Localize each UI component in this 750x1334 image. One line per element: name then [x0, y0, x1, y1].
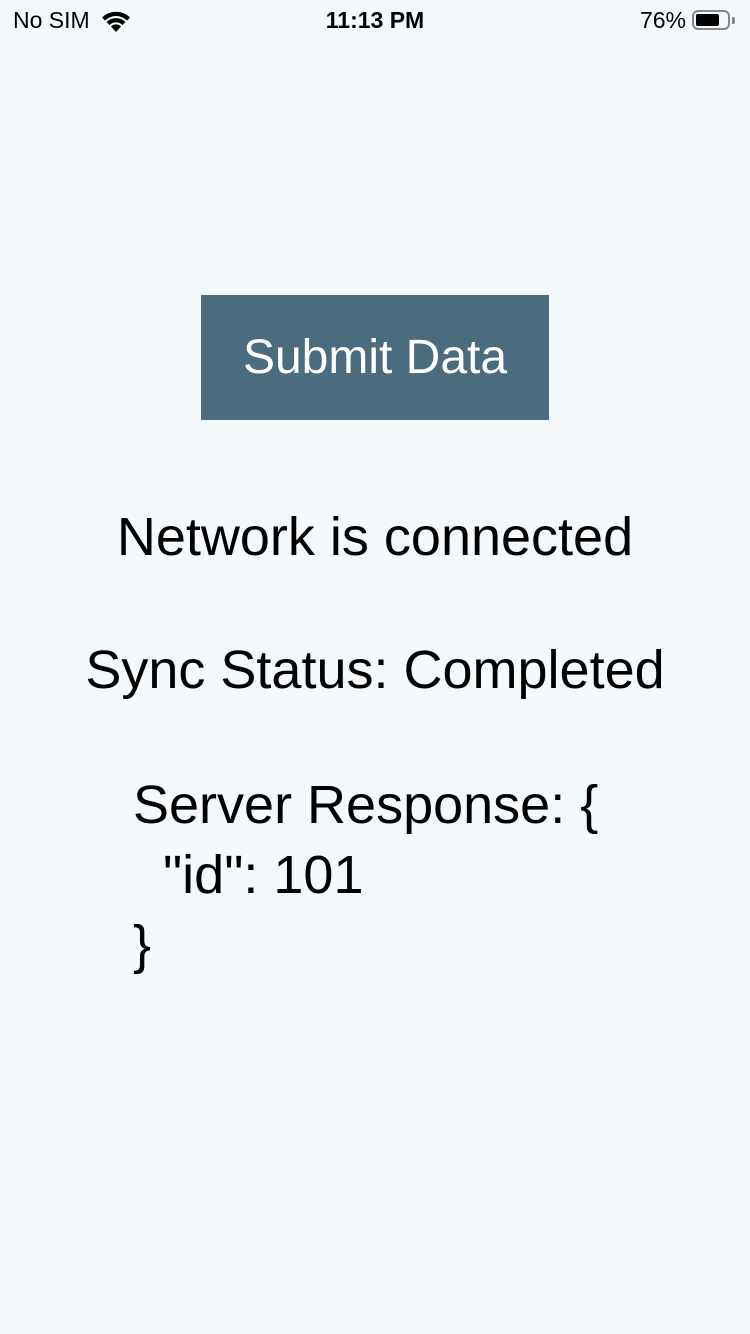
server-response-block: Server Response: { "id": 101} — [133, 770, 598, 980]
status-bar-right: 76% — [640, 7, 736, 34]
network-status-text: Network is connected — [116, 507, 634, 567]
server-response-line: Server Response: { — [133, 775, 599, 835]
status-bar: No SIM 11:13 PM 76% — [0, 0, 750, 40]
battery-icon — [692, 9, 736, 32]
server-response-line: "id": 101 — [133, 845, 364, 905]
battery-percent: 76% — [639, 7, 686, 33]
sync-status-text: Sync Status: Completed — [85, 640, 665, 700]
status-bar-time: 11:13 PM — [325, 7, 425, 33]
server-response-line: } — [133, 915, 152, 975]
submit-data-button[interactable]: Submit Data — [201, 295, 549, 420]
